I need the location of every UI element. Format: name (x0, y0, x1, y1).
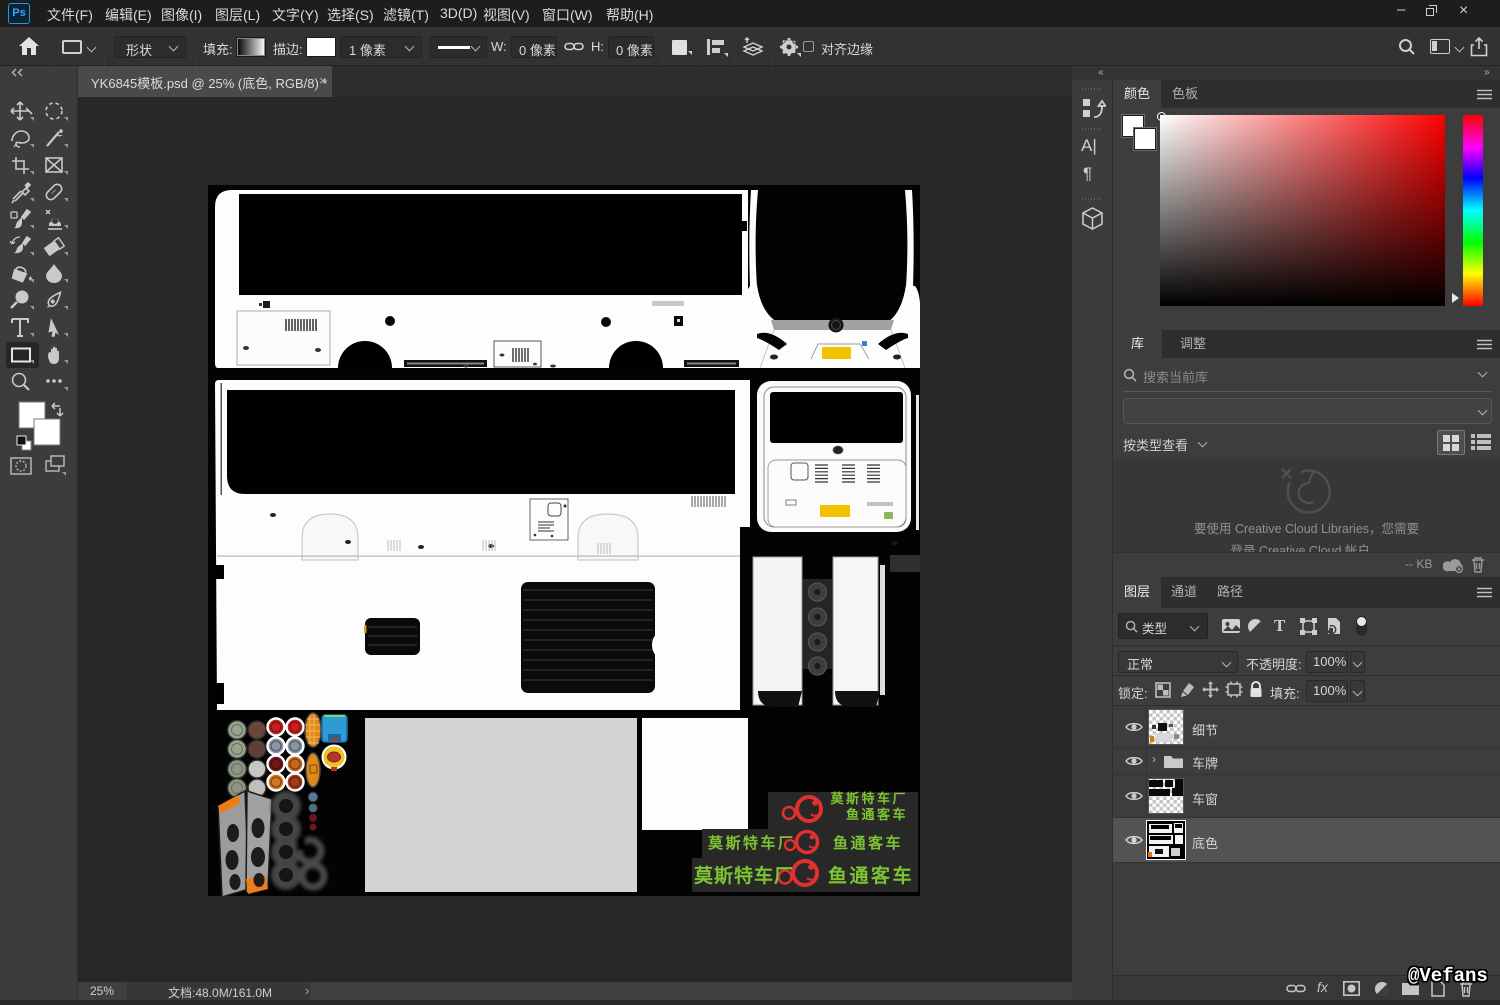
svg-text:莫斯特车厂: 莫斯特车厂 (694, 864, 794, 887)
svg-text:莫斯特车厂: 莫斯特车厂 (829, 791, 908, 806)
svg-text:莫斯特车厂: 莫斯特车厂 (708, 834, 796, 852)
svg-text:鱼通客车: 鱼通客车 (828, 864, 914, 887)
svg-text:鱼通客车: 鱼通客车 (846, 807, 908, 822)
svg-text:鱼通客车: 鱼通客车 (833, 834, 903, 852)
